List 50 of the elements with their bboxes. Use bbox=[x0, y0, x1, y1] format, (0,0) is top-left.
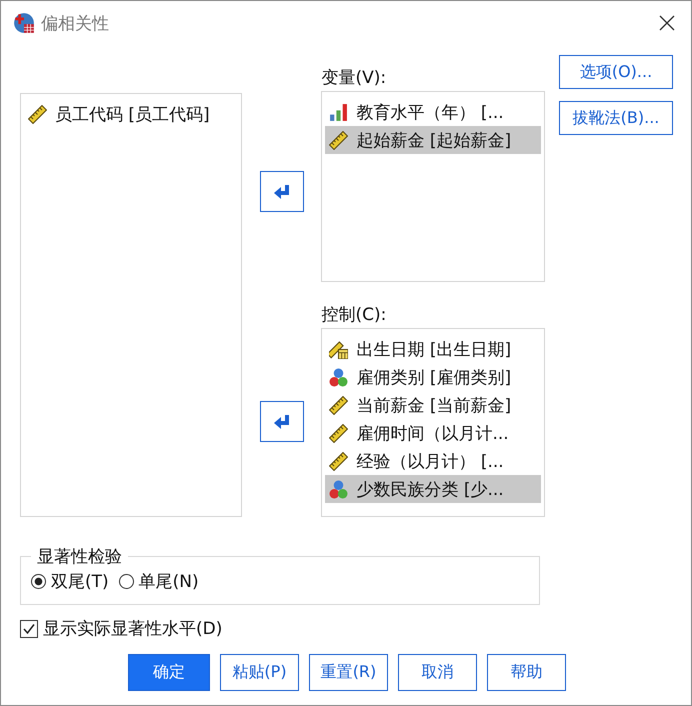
variable-label: 教育水平（年） [... bbox=[356, 102, 504, 124]
variable-label: 员工代码 [员工代码] bbox=[55, 104, 210, 126]
move-button[interactable] bbox=[260, 171, 304, 212]
variable-label: 当前薪金 [当前薪金] bbox=[356, 394, 512, 416]
variable-item[interactable]: 教育水平（年） [... bbox=[325, 98, 541, 126]
checkbox-label: 显示实际显著性水平(D) bbox=[43, 618, 222, 640]
return-arrow-icon bbox=[272, 412, 292, 430]
move-button[interactable] bbox=[260, 401, 304, 442]
controls-label: 控制(C): bbox=[321, 304, 388, 327]
check-icon bbox=[22, 622, 36, 636]
checkbox-option[interactable]: 显示实际显著性水平(D) bbox=[20, 617, 673, 640]
variable-label: 起始薪金 [起始薪金] bbox=[356, 130, 512, 152]
dialog-button[interactable]: 粘贴(P) bbox=[220, 654, 299, 691]
dialog-button[interactable]: 重置(R) bbox=[309, 654, 388, 691]
radio-button[interactable] bbox=[118, 574, 134, 589]
radio-option[interactable]: 单尾(N) bbox=[118, 570, 199, 593]
dialog-button[interactable]: 确定 bbox=[128, 654, 210, 691]
dialog-button[interactable]: 取消 bbox=[398, 654, 477, 691]
variable-item[interactable]: 员工代码 [员工代码] bbox=[24, 100, 238, 128]
side-button[interactable]: 拔靴法(B)... bbox=[559, 101, 673, 135]
side-button[interactable]: 选项(O)... bbox=[559, 55, 673, 89]
variable-item[interactable]: 出生日期 [出生日期] bbox=[325, 335, 541, 363]
bar-chart-icon bbox=[329, 102, 348, 122]
checkbox[interactable] bbox=[20, 620, 38, 638]
ruler-calendar-icon bbox=[329, 340, 348, 358]
variable-item[interactable]: 经验（以月计） [... bbox=[325, 447, 541, 475]
circles-icon bbox=[329, 480, 348, 498]
close-button[interactable] bbox=[657, 13, 677, 33]
return-arrow-icon bbox=[272, 182, 292, 200]
variable-item[interactable]: 起始薪金 [起始薪金] bbox=[325, 126, 541, 154]
variable-item[interactable]: 雇佣类别 [雇佣类别] bbox=[325, 363, 541, 391]
variable-label: 经验（以月计） [... bbox=[356, 450, 504, 472]
variables-label: 变量(V): bbox=[321, 67, 388, 90]
variable-item[interactable]: 雇佣时间（以月计... bbox=[325, 419, 541, 447]
radio-option[interactable]: 双尾(T) bbox=[31, 570, 109, 593]
window-title: 偏相关性 bbox=[41, 12, 109, 34]
group-title: 显著性检验 bbox=[36, 546, 123, 568]
variable-label: 雇佣类别 [雇佣类别] bbox=[356, 366, 512, 388]
dialog-button[interactable]: 帮助 bbox=[487, 654, 566, 691]
variable-label: 出生日期 [出生日期] bbox=[356, 338, 512, 360]
radio-label: 单尾(N) bbox=[138, 571, 199, 593]
app-icon bbox=[13, 12, 35, 34]
variable-label: 雇佣时间（以月计... bbox=[356, 422, 509, 444]
variable-item[interactable]: 少数民族分类 [少... bbox=[325, 475, 541, 503]
variable-item[interactable]: 当前薪金 [当前薪金] bbox=[325, 391, 541, 419]
radio-button[interactable] bbox=[31, 574, 46, 589]
close-icon bbox=[659, 15, 675, 31]
circles-icon bbox=[329, 368, 348, 386]
variable-label: 少数民族分类 [少... bbox=[356, 478, 504, 500]
radio-label: 双尾(T) bbox=[51, 571, 109, 593]
